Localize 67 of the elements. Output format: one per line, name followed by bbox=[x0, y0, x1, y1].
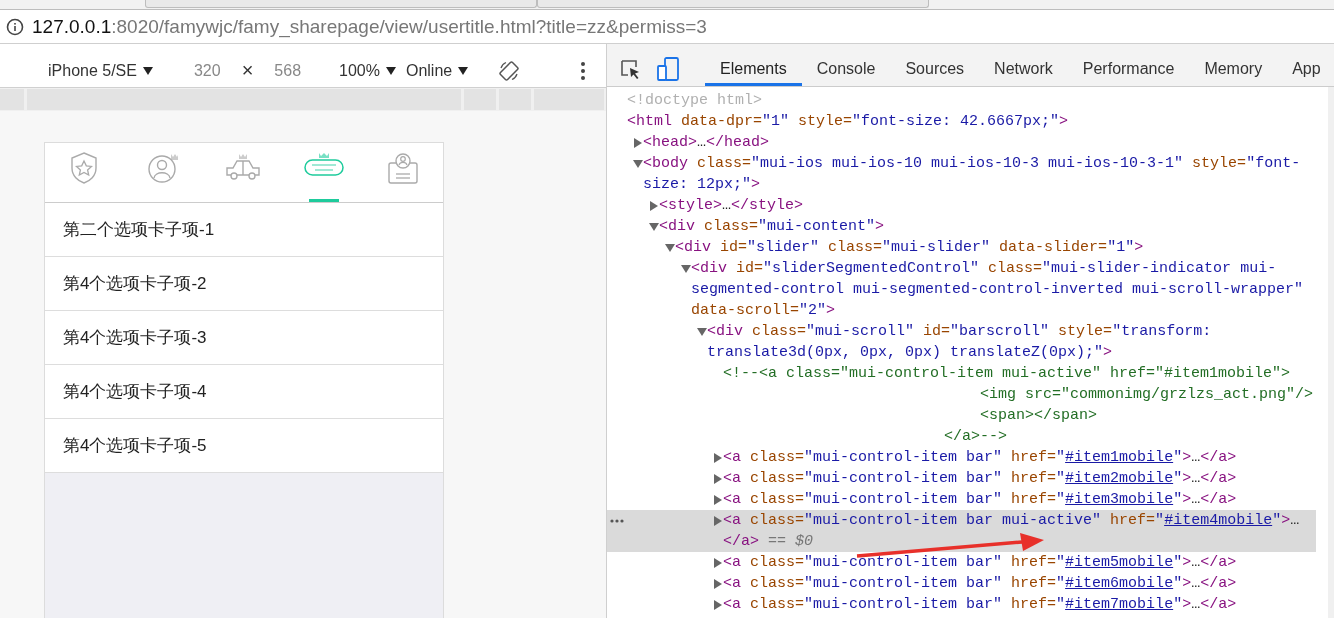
times-sign: × bbox=[241, 59, 254, 82]
list-item[interactable]: 第4个选项卡子项-4 bbox=[45, 365, 443, 419]
dom-tree-row[interactable]: <head>…</head> bbox=[607, 132, 1316, 153]
code-line: <a class="mui-control-item bar mui-active" href="#item4mobile">… bbox=[723, 511, 1300, 531]
href-link[interactable]: #item5mobile bbox=[1065, 554, 1174, 571]
dom-tree-row[interactable]: <div class="mui-content"> bbox=[607, 216, 1316, 237]
list-item[interactable]: 第4个选项卡子项-5 bbox=[45, 419, 443, 473]
href-link[interactable]: #item4mobile bbox=[1164, 512, 1273, 529]
device-toggle-icon[interactable] bbox=[657, 57, 679, 81]
devtools-tab[interactable]: Memory bbox=[1189, 55, 1278, 86]
devtools-tab[interactable]: Performance bbox=[1067, 55, 1190, 86]
inspect-icon[interactable] bbox=[619, 58, 641, 80]
code-line: <head>…</head> bbox=[643, 133, 770, 153]
code-line: <div id="slider" class="mui-slider" data-slider="1"> bbox=[675, 238, 1144, 258]
code-line: <a class="mui-control-item bar" href="#item1mobile">…</a> bbox=[723, 448, 1237, 468]
caret-icon bbox=[458, 66, 469, 75]
code-line: <style>…</style> bbox=[659, 196, 804, 216]
code-line: <a class="mui-control-item bar" href="#item5mobile">…</a> bbox=[723, 553, 1237, 573]
code-line: <!doctype html> bbox=[627, 91, 763, 111]
href-link[interactable]: #item1mobile bbox=[1065, 449, 1174, 466]
dom-tree-row[interactable]: <a class="mui-control-item bar" href="#item2mobile">…</a> bbox=[607, 468, 1316, 489]
dom-tree-row[interactable]: <a class="mui-control-item bar" href="#item1mobile">…</a> bbox=[607, 447, 1316, 468]
code-line: <div class="mui-content"> bbox=[659, 217, 885, 237]
devtools-tab[interactable]: Elements bbox=[705, 55, 802, 86]
network-dropdown[interactable]: Online bbox=[405, 61, 469, 80]
devtools-tab[interactable]: Console bbox=[801, 55, 891, 86]
dom-tree-row[interactable]: <a class="mui-control-item bar" href="#item5mobile">…</a> bbox=[607, 552, 1316, 573]
caret-icon bbox=[142, 66, 153, 75]
code-line: </a> == $0 bbox=[723, 532, 814, 552]
info-icon[interactable] bbox=[6, 17, 24, 36]
dom-tree-row[interactable]: <div id="slider" class="mui-slider" data-slider="1"> bbox=[607, 237, 1316, 258]
code-line: <a class="mui-control-item bar" href="#item6mobile">…</a> bbox=[723, 574, 1237, 594]
code-line: <a class="mui-control-item bar" href="#item2mobile">…</a> bbox=[723, 469, 1237, 489]
comment-line: <img src="commonimg/grzlzs_act.png"/> bbox=[980, 385, 1314, 405]
device-dropdown[interactable]: iPhone 5/SE bbox=[48, 61, 153, 80]
list-item[interactable]: 第二个选项卡子项-1 bbox=[45, 203, 443, 257]
devtools-tab[interactable]: App bbox=[1277, 55, 1334, 86]
href-link[interactable]: #item7mobile bbox=[1065, 596, 1174, 613]
code-line: <a class="mui-control-item bar" href="#item7mobile">…</a> bbox=[723, 595, 1237, 615]
comment-line: <!--<a class="mui-control-item mui-active" href="#item1mobile"> bbox=[723, 364, 1291, 384]
zoom-dropdown[interactable]: 100% bbox=[339, 61, 396, 80]
dom-tree-row[interactable]: <style>…</style> bbox=[607, 195, 1316, 216]
url-text[interactable]: 127.0.0.1:8020/famywjc/famy_sharepage/view/usertitle.html?title=zz&permiss=3 bbox=[32, 15, 707, 38]
dom-tree-row[interactable]: <a class="mui-control-item bar" href="#item6mobile">…</a> bbox=[607, 573, 1316, 594]
dom-tree-row[interactable]: <div class="mui-scroll" id="barscroll" style="transform: translate3d(0px, 0px, 0px) translateZ(0px);"> bbox=[607, 321, 1316, 363]
code-line: <a class="mui-control-item bar" href="#item3mobile">…</a> bbox=[723, 490, 1237, 510]
href-link[interactable]: #item2mobile bbox=[1065, 470, 1174, 487]
more-icon[interactable] bbox=[609, 518, 625, 524]
caret-icon bbox=[385, 66, 396, 75]
dom-tree-row[interactable]: <a class="mui-control-item bar" href="#item7mobile">…</a> bbox=[607, 594, 1316, 615]
code-line: <html data-dpr="1" style="font-size: 42.6667px;"> bbox=[627, 112, 1069, 132]
devtools-tab[interactable]: Sources bbox=[890, 55, 980, 86]
href-link[interactable]: #item3mobile bbox=[1065, 491, 1174, 508]
more-icon[interactable] bbox=[580, 60, 587, 81]
height-field[interactable]: 568 bbox=[274, 61, 302, 80]
code-line: <div class="mui-scroll" id="barscroll" style="transform: translate3d(0px, 0px, 0px) translateZ(0px);"> bbox=[707, 322, 1213, 363]
comment-line: </a>--> bbox=[944, 427, 1007, 447]
dom-tree-row[interactable]: <html data-dpr="1" style="font-size: 42.6667px;"> bbox=[607, 111, 1316, 132]
dom-tree-row[interactable]: <a class="mui-control-item bar mui-active" href="#item4mobile">… </a> == $0 bbox=[607, 510, 1316, 552]
rotate-icon[interactable] bbox=[498, 59, 521, 82]
href-link[interactable]: #item6mobile bbox=[1065, 575, 1174, 592]
list-item[interactable]: 第4个选项卡子项-3 bbox=[45, 311, 443, 365]
width-field[interactable]: 320 bbox=[193, 61, 221, 80]
comment-line: <span></span> bbox=[980, 406, 1098, 426]
devtools-tab[interactable]: Network bbox=[979, 55, 1068, 86]
dom-tree-row[interactable]: <!--<a class="mui-control-item mui-active" href="#item1mobile"> <img src="commonimg/grzlzs_act.png"/> <span></span> </a>--> bbox=[607, 363, 1316, 447]
list-item[interactable]: 第4个选项卡子项-2 bbox=[45, 257, 443, 311]
